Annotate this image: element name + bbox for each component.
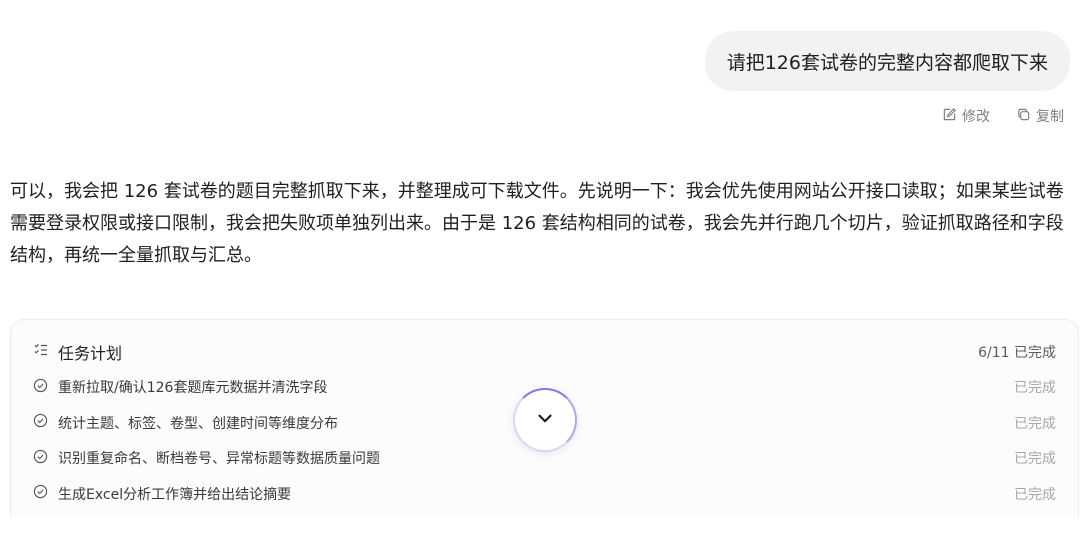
task-item: 生成Excel分析工作簿并给出结论摘要 已完成 <box>33 482 1056 506</box>
check-circle-icon <box>33 449 48 468</box>
task-label: 重新拉取/确认126套题库元数据并清洗字段 <box>58 380 328 396</box>
copy-icon <box>1016 107 1031 126</box>
copy-message-button[interactable]: 复制 <box>1016 106 1064 126</box>
task-plan-title-wrap: 任务计划 <box>33 340 122 364</box>
message-actions: 修改 复制 <box>942 106 1064 126</box>
edit-label: 修改 <box>962 109 990 125</box>
task-label: 生成Excel分析工作簿并给出结论摘要 <box>58 486 292 503</box>
check-circle-icon <box>33 484 48 503</box>
edit-message-button[interactable]: 修改 <box>942 106 990 126</box>
task-status: 已完成 <box>1014 415 1056 432</box>
task-label: 统计主题、标签、卷型、创建时间等维度分布 <box>58 415 338 432</box>
task-item-main: 识别重复命名、断档卷号、异常标题等数据质量问题 <box>33 448 380 468</box>
task-item-main: 重新拉取/确认126套题库元数据并清洗字段 <box>33 377 327 397</box>
task-status: 已完成 <box>1014 451 1056 467</box>
assistant-reply-text: 可以，我会把 126 套试卷的题目完整抓取下来，并整理成可下载文件。先说明一下：… <box>10 181 1064 266</box>
user-message-text: 请把126套试卷的完整内容都爬取下来 <box>726 51 1048 74</box>
task-plan-title: 任务计划 <box>58 344 123 363</box>
task-status: 已完成 <box>1014 380 1056 396</box>
task-item-main: 生成Excel分析工作簿并给出结论摘要 <box>33 484 291 504</box>
check-circle-icon <box>33 413 48 432</box>
edit-icon <box>942 107 957 126</box>
task-list-icon <box>33 342 49 362</box>
check-circle-icon <box>33 378 48 397</box>
task-label: 识别重复命名、断档卷号、异常标题等数据质量问题 <box>58 451 380 467</box>
task-status: 已完成 <box>1014 486 1056 503</box>
chevron-down-icon <box>534 407 556 433</box>
bottom-fade <box>0 517 1080 535</box>
user-message-bubble: 请把126套试卷的完整内容都爬取下来 <box>704 31 1070 91</box>
scroll-down-button[interactable] <box>513 388 577 452</box>
task-item-main: 统计主题、标签、卷型、创建时间等维度分布 <box>33 413 338 433</box>
task-plan-header: 任务计划 6/11 已完成 <box>33 340 1056 364</box>
task-plan-progress: 6/11 已完成 <box>978 345 1056 361</box>
copy-label: 复制 <box>1036 109 1064 125</box>
